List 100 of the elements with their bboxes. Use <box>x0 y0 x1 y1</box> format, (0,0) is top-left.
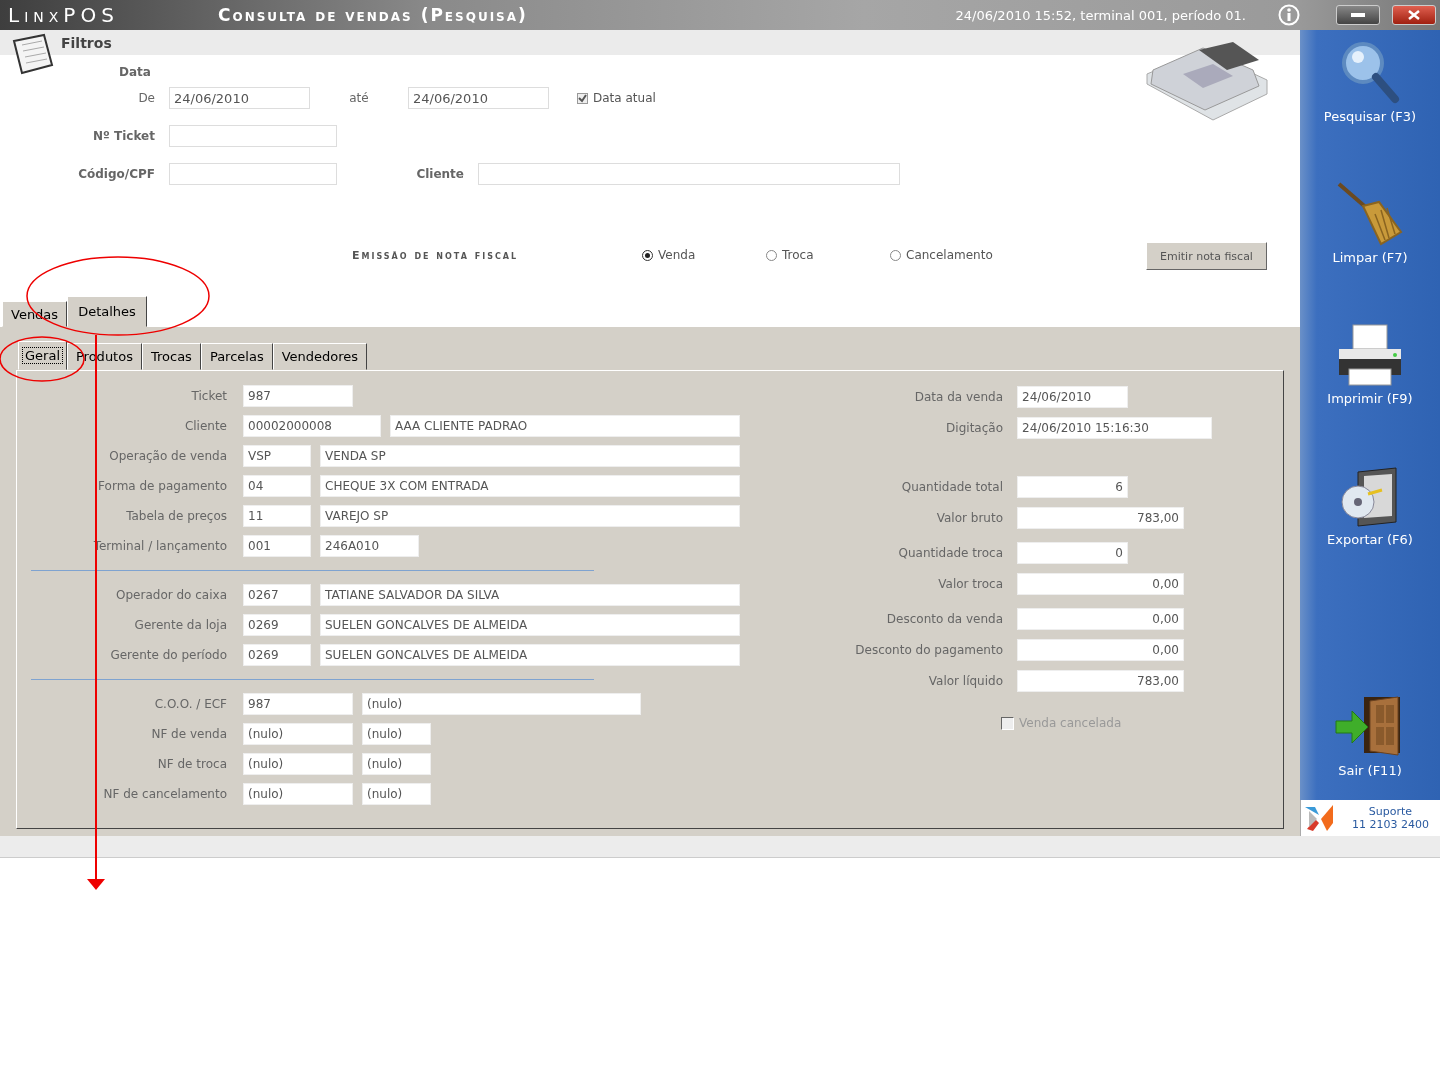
read-only-field: (nulo) <box>362 723 431 745</box>
read-only-field: VAREJO SP <box>320 505 740 527</box>
toolbar-button[interactable]: Limpar (F7) <box>1305 175 1435 265</box>
field-label: Quantidade total <box>900 479 1003 494</box>
input-field[interactable] <box>169 163 337 185</box>
read-only-field: SUELEN GONCALVES DE ALMEIDA <box>320 644 740 666</box>
tab[interactable]: Vendedores <box>272 343 368 370</box>
read-only-field: 04 <box>243 475 311 497</box>
close-icon <box>1408 10 1420 20</box>
read-only-field: 0269 <box>243 644 311 666</box>
field-label: NF de troca <box>156 757 227 771</box>
input-field[interactable] <box>478 163 900 185</box>
read-only-field: 11 <box>243 505 311 527</box>
field-label: Cliente <box>183 419 227 433</box>
read-only-field: (nulo) <box>243 753 353 775</box>
field-label: De <box>137 91 156 105</box>
field-label: Ticket <box>190 389 227 403</box>
read-only-field: 987 <box>243 693 353 715</box>
tab[interactable]: Detalhes <box>67 296 147 327</box>
field-label: Forma de pagamento <box>97 479 227 493</box>
field-label: NF de venda <box>150 727 227 741</box>
field-label: NF de cancelamento <box>102 787 227 801</box>
broom-icon <box>1335 180 1405 246</box>
x-logo-icon <box>1303 803 1335 833</box>
field-label: Digitação <box>945 420 1003 435</box>
input-field[interactable] <box>169 125 337 147</box>
read-only-field: 0,00 <box>1017 607 1184 630</box>
read-only-field: (nulo) <box>243 723 353 745</box>
field-label: Nº Ticket <box>92 129 156 143</box>
field-label: Gerente do período <box>109 648 227 662</box>
window-title: Consulta de vendas (Pesquisa) <box>218 5 529 25</box>
read-only-field: 246A010 <box>320 535 419 557</box>
read-only-field: 987 <box>243 385 353 407</box>
read-only-field: (nulo) <box>243 783 353 805</box>
field-label: até <box>348 91 370 105</box>
app-logo: LinxPOS <box>7 3 120 27</box>
read-only-field: 783,00 <box>1017 669 1184 692</box>
field-label: Gerente da loja <box>133 618 227 632</box>
read-only-field: 24/06/2010 15:16:30 <box>1017 416 1212 439</box>
input-field[interactable]: 24/06/2010 <box>169 87 310 109</box>
field-label: Operador do caixa <box>115 588 227 602</box>
read-only-field: 783,00 <box>1017 506 1184 529</box>
field-label: Valor bruto <box>935 510 1003 525</box>
tab[interactable]: Parcelas <box>200 343 273 370</box>
field-group-label: Data <box>118 64 152 79</box>
read-only-field: 0267 <box>243 584 311 606</box>
search-icon <box>1339 39 1401 105</box>
read-only-field: SUELEN GONCALVES DE ALMEIDA <box>320 614 740 636</box>
checkbox[interactable] <box>577 92 588 104</box>
support-label: Suporte <box>1368 805 1413 818</box>
field-label: Desconto do pagamento <box>854 642 1003 657</box>
checkbox-label: Data atual <box>593 91 656 105</box>
read-only-field: CHEQUE 3X COM ENTRADA <box>320 475 740 497</box>
field-label: Valor troca <box>937 576 1003 591</box>
toolbar-button[interactable]: Imprimir (F9) <box>1305 316 1435 406</box>
tab[interactable]: Trocas <box>141 343 201 370</box>
input-field[interactable]: 24/06/2010 <box>408 87 549 109</box>
read-only-field: 00002000008 <box>243 415 381 437</box>
radio-button[interactable] <box>766 249 777 261</box>
read-only-field: VENDA SP <box>320 445 740 467</box>
read-only-field: 0 <box>1017 541 1128 564</box>
read-only-field: 001 <box>243 535 311 557</box>
read-only-field: VSP <box>243 445 311 467</box>
radio-button[interactable] <box>890 249 901 261</box>
support-phone: 11 2103 2400 <box>1352 818 1429 831</box>
info-icon[interactable] <box>1278 4 1300 26</box>
emit-invoice-button[interactable]: Emitir nota fiscal <box>1146 242 1267 270</box>
read-only-field: 0,00 <box>1017 572 1184 595</box>
radio-label: Venda <box>658 248 696 262</box>
radio-label: Cancelamento <box>906 248 993 262</box>
field-label: Operação de venda <box>108 449 227 463</box>
session-status: 24/06/2010 15:52, terminal 001, período 01. <box>955 7 1246 23</box>
field-label: C.O.O. / ECF <box>153 697 227 711</box>
checkbox-label: Venda cancelada <box>1019 716 1122 730</box>
toolbar-button[interactable]: Sair (F11) <box>1305 688 1435 778</box>
read-only-field: 0269 <box>243 614 311 636</box>
minimize-icon <box>1351 13 1365 17</box>
section-heading: Filtros <box>61 34 112 51</box>
tab[interactable]: Geral <box>18 341 67 370</box>
radio-button[interactable] <box>642 249 653 261</box>
read-only-field: (nulo) <box>362 753 431 775</box>
read-only-field: 6 <box>1017 475 1128 498</box>
section-label: Emissão de nota fiscal <box>352 248 520 262</box>
field-label: Desconto da venda <box>885 611 1003 626</box>
read-only-field: (nulo) <box>362 693 641 715</box>
minimize-button[interactable] <box>1336 5 1380 25</box>
read-only-field: (nulo) <box>362 783 431 805</box>
toolbar-button[interactable]: Pesquisar (F3) <box>1305 34 1435 124</box>
read-only-field: 0,00 <box>1017 638 1184 661</box>
read-only-field: TATIANE SALVADOR DA SILVA <box>320 584 740 606</box>
read-only-field: AAA CLIENTE PADRAO <box>390 415 740 437</box>
radio-label: Troca <box>782 248 814 262</box>
close-button[interactable] <box>1392 5 1436 25</box>
field-label: Cliente <box>415 167 465 181</box>
field-label: Tabela de preços <box>125 509 227 523</box>
field-label: Data da venda <box>913 389 1003 404</box>
field-label: Código/CPF <box>77 167 156 181</box>
toolbar-button[interactable]: Exportar (F6) <box>1305 457 1435 547</box>
read-only-field: 24/06/2010 <box>1017 385 1128 408</box>
field-label: Quantidade troca <box>897 545 1003 560</box>
